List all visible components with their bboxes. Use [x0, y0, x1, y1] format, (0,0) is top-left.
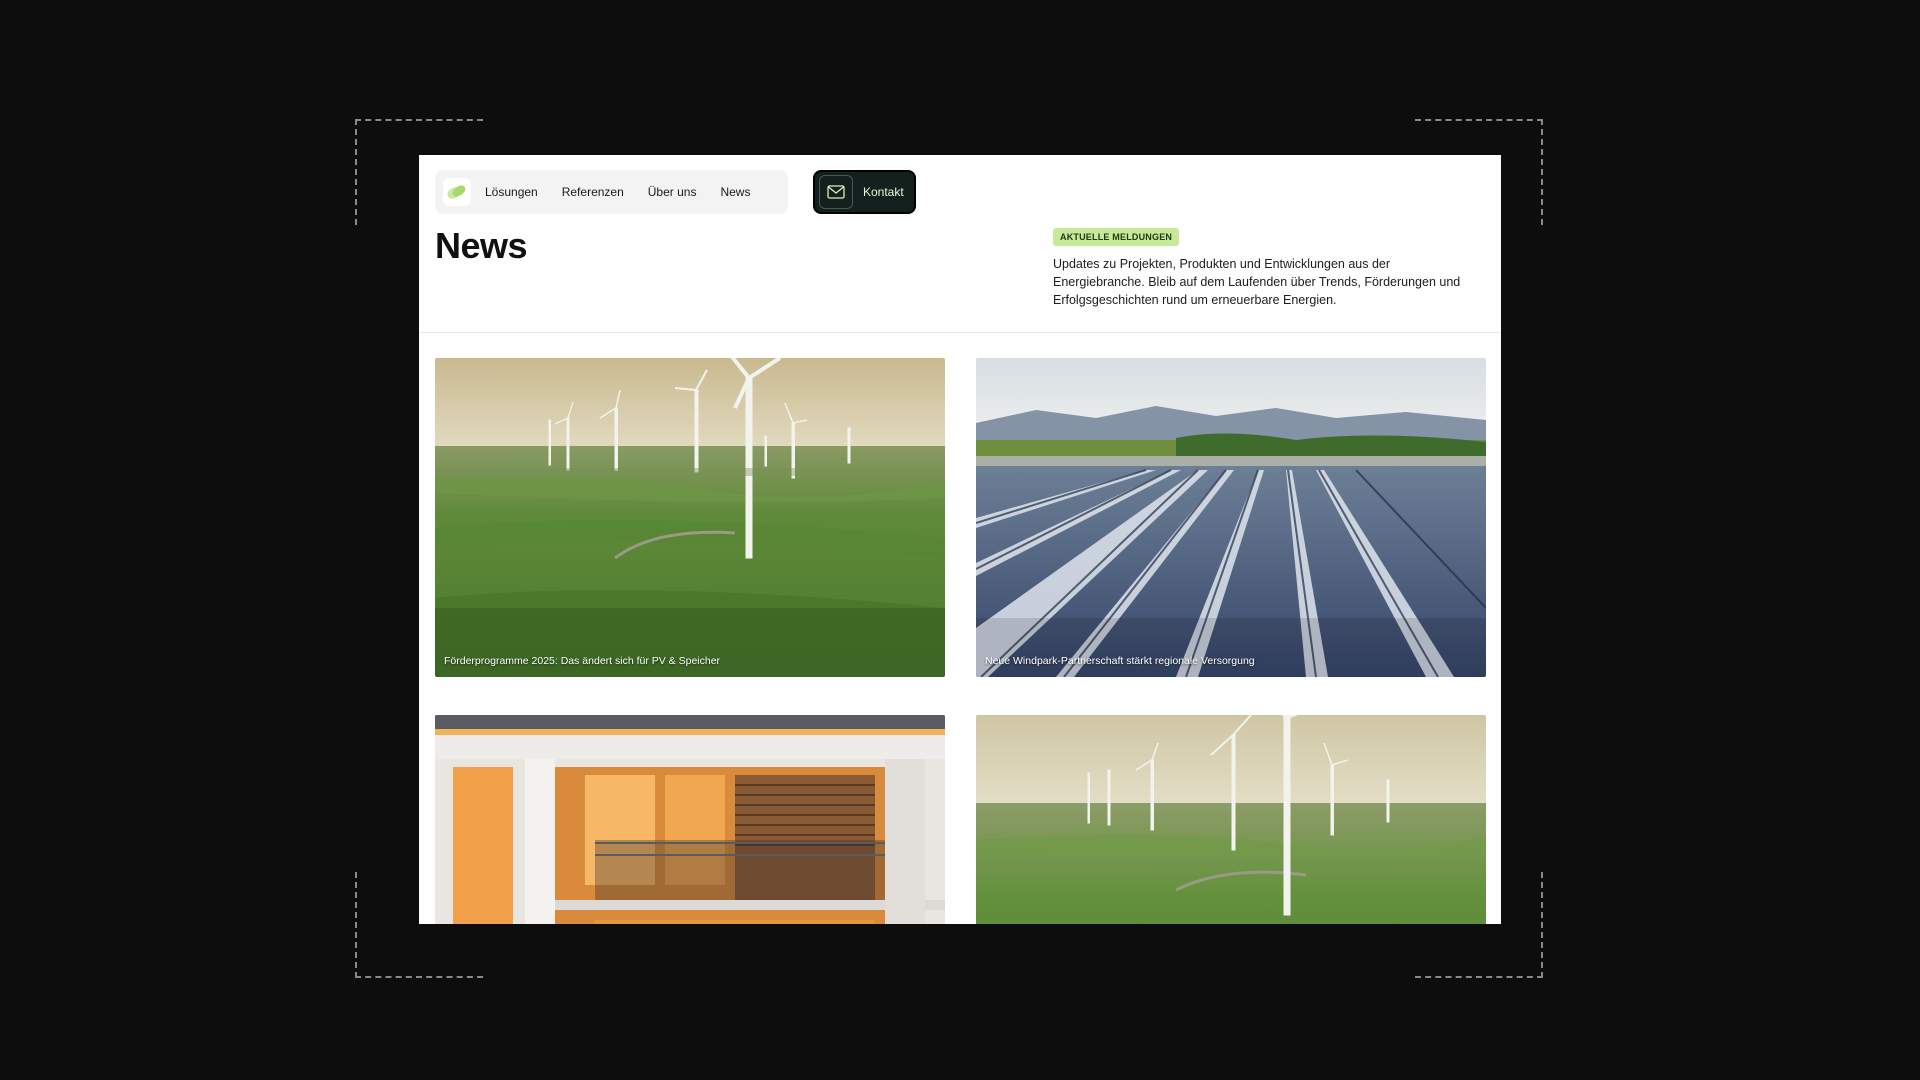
news-card-3[interactable]	[435, 715, 945, 924]
header-divider	[419, 332, 1501, 333]
news-card-4[interactable]	[976, 715, 1486, 924]
nav-item-ueber-uns[interactable]: Über uns	[648, 185, 697, 199]
logo[interactable]	[443, 178, 471, 206]
contact-label: Kontakt	[863, 185, 904, 199]
website-canvas: Lösungen Referenzen Über uns News Kontak…	[419, 155, 1501, 924]
news-card-1-caption: Förderprogramme 2025: Das ändert sich fü…	[444, 655, 721, 667]
section-badge: AKTUELLE MELDUNGEN	[1053, 228, 1180, 246]
news-image-solar-house	[435, 715, 945, 924]
nav-item-loesungen[interactable]: Lösungen	[485, 185, 538, 199]
leaf-logo-icon	[447, 185, 466, 199]
mail-icon	[819, 175, 853, 209]
news-card-1[interactable]: Förderprogramme 2025: Das ändert sich fü…	[435, 358, 945, 677]
nav-item-referenzen[interactable]: Referenzen	[562, 185, 624, 199]
news-card-2-caption: Neue Windpark-Partnerschaft stärkt regio…	[985, 655, 1255, 667]
page-title: News	[435, 225, 528, 266]
intro-text: Updates zu Projekten, Produkten und Entw…	[1053, 257, 1461, 307]
contact-button[interactable]: Kontakt	[813, 170, 916, 214]
news-card-2[interactable]: Neue Windpark-Partnerschaft stärkt regio…	[976, 358, 1486, 677]
news-image-solar-park	[976, 358, 1486, 677]
nav-item-news[interactable]: News	[720, 185, 750, 199]
news-image-wind-farm	[435, 358, 945, 677]
news-image-wind-farm-2	[976, 715, 1486, 924]
main-navigation: Lösungen Referenzen Über uns News	[435, 170, 788, 214]
